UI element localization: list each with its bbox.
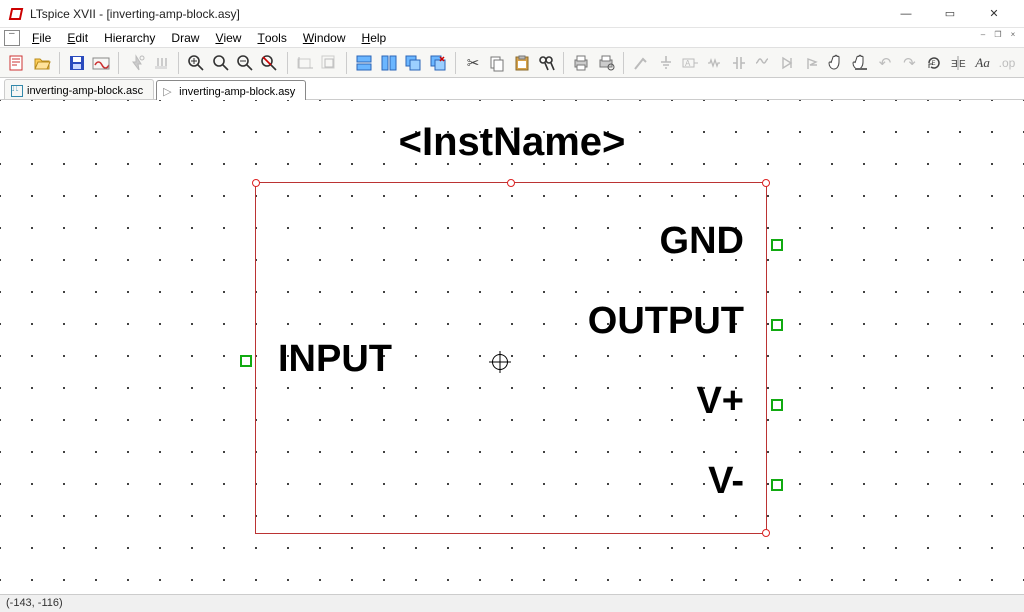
toolbar: ✂ A ↶ ↷ E (0, 48, 1024, 78)
text-comment-icon[interactable]: Aa (971, 51, 993, 75)
zoom-in-icon[interactable] (185, 51, 207, 75)
cursor-coordinates: (-143, -116) (6, 597, 63, 609)
menu-label: iew (223, 31, 241, 45)
spice-directive-icon[interactable]: .op (996, 51, 1018, 75)
window-title: LTspice XVII - [inverting-amp-block.asy] (30, 7, 884, 21)
diode-icon[interactable] (776, 51, 798, 75)
drag-icon[interactable] (849, 51, 871, 75)
mdi-doc-controls: – ❐ × (976, 28, 1020, 40)
menu-label: ile (39, 31, 51, 45)
svg-text:Ǝ: Ǝ (951, 59, 958, 70)
zoom-fit-icon[interactable] (258, 51, 280, 75)
svg-text:E: E (931, 61, 935, 67)
symbol-canvas[interactable]: <InstName> INPUT GND OUTPUT V+ V- (0, 100, 1024, 594)
tab-label: inverting-amp-block.asy (179, 86, 295, 98)
open-icon[interactable] (30, 51, 52, 75)
move-icon[interactable] (825, 51, 847, 75)
print-icon[interactable] (570, 51, 592, 75)
menu-edit[interactable]: Edit (59, 28, 96, 47)
copy-icon[interactable] (486, 51, 508, 75)
menu-label: ools (265, 31, 287, 45)
resize-handle-n[interactable] (507, 179, 515, 187)
pin-vpos-port[interactable] (771, 399, 783, 411)
menu-hierarchy[interactable]: Hierarchy (96, 28, 163, 47)
pan-icon[interactable] (210, 51, 232, 75)
label-net-icon[interactable]: A (679, 51, 701, 75)
cascade-icon[interactable] (402, 51, 424, 75)
app-icon (8, 6, 24, 22)
autorange-x-icon[interactable] (294, 51, 316, 75)
resize-handle-nw[interactable] (252, 179, 260, 187)
resistor-icon[interactable] (703, 51, 725, 75)
menu-label: elp (370, 31, 386, 45)
ground-icon[interactable] (654, 51, 676, 75)
mdi-close-button[interactable]: × (1006, 28, 1020, 40)
mdi-system-icon[interactable] (4, 30, 20, 46)
paste-icon[interactable] (511, 51, 533, 75)
schematic-file-icon (11, 85, 23, 97)
title-bar: LTspice XVII - [inverting-amp-block.asy]… (0, 0, 1024, 28)
document-tab-bar: inverting-amp-block.asc inverting-amp-bl… (0, 78, 1024, 100)
maximize-button[interactable]: ▭ (928, 0, 972, 28)
tab-label: inverting-amp-block.asc (27, 85, 143, 97)
mdi-minimize-button[interactable]: – (976, 28, 990, 40)
menu-bar: File Edit Hierarchy Draw View Tools Wind… (0, 28, 1024, 48)
pin-input-label[interactable]: INPUT (278, 338, 392, 381)
pin-vneg-port[interactable] (771, 479, 783, 491)
resize-handle-se[interactable] (762, 529, 770, 537)
tile-horiz-icon[interactable] (353, 51, 375, 75)
tab-asc[interactable]: inverting-amp-block.asc (4, 79, 154, 99)
minimize-button[interactable]: — (884, 0, 928, 28)
close-windows-icon[interactable] (426, 51, 448, 75)
menu-file[interactable]: File (24, 28, 59, 47)
undo-icon[interactable]: ↶ (874, 51, 896, 75)
control-panel-icon[interactable] (90, 51, 112, 75)
autorange-y-icon[interactable] (318, 51, 340, 75)
capacitor-icon[interactable] (728, 51, 750, 75)
pin-vneg-label[interactable]: V- (708, 460, 744, 503)
menu-tools[interactable]: Tools (249, 28, 294, 47)
find-icon[interactable] (535, 51, 557, 75)
tab-asy[interactable]: inverting-amp-block.asy (156, 80, 306, 100)
pin-input-port[interactable] (240, 355, 252, 367)
pin-gnd-label[interactable]: GND (660, 220, 744, 263)
resize-handle-ne[interactable] (762, 179, 770, 187)
menu-help[interactable]: Help (354, 28, 395, 47)
draw-wire-icon[interactable] (630, 51, 652, 75)
cut-icon[interactable]: ✂ (462, 51, 484, 75)
tile-vert-icon[interactable] (378, 51, 400, 75)
mirror-icon[interactable]: ƎE (947, 51, 969, 75)
redo-icon[interactable]: ↷ (898, 51, 920, 75)
rotate-icon[interactable]: E (923, 51, 945, 75)
symbol-file-icon (163, 86, 175, 98)
pin-gnd-port[interactable] (771, 239, 783, 251)
close-button[interactable]: ✕ (972, 0, 1016, 28)
inst-name-placeholder[interactable]: <InstName> (399, 120, 626, 165)
component-icon[interactable] (801, 51, 823, 75)
halt-icon[interactable] (150, 51, 172, 75)
status-bar: (-143, -116) (0, 594, 1024, 612)
print-setup-icon[interactable] (595, 51, 617, 75)
zoom-out-icon[interactable] (234, 51, 256, 75)
pin-output-label[interactable]: OUTPUT (588, 300, 744, 343)
new-schematic-icon[interactable] (6, 51, 28, 75)
menu-view[interactable]: View (207, 28, 249, 47)
mdi-restore-button[interactable]: ❐ (991, 28, 1005, 40)
menu-window[interactable]: Window (295, 28, 354, 47)
menu-label: dit (75, 31, 88, 45)
menu-draw[interactable]: Draw (163, 28, 207, 47)
save-icon[interactable] (66, 51, 88, 75)
inductor-icon[interactable] (752, 51, 774, 75)
pin-output-port[interactable] (771, 319, 783, 331)
menu-label: indow (314, 31, 345, 45)
svg-text:E: E (959, 59, 966, 70)
pin-vpos-label[interactable]: V+ (696, 380, 744, 423)
svg-text:A: A (685, 59, 691, 68)
run-icon[interactable] (125, 51, 147, 75)
